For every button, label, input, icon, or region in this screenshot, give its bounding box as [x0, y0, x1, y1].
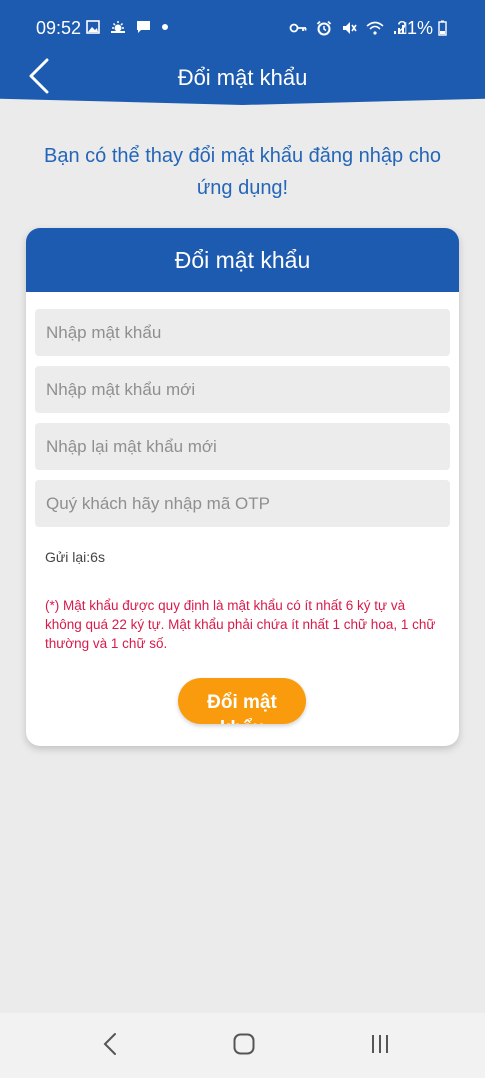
mute-icon: [341, 20, 357, 36]
intro-text: Bạn có thể thay đổi mật khẩu đăng nhập c…: [44, 145, 441, 199]
key-icon: [289, 22, 307, 34]
otp-field: [35, 480, 450, 527]
system-back-button[interactable]: [95, 1031, 125, 1061]
password-rules-note: (*) Mật khẩu được quy định là mật khẩu c…: [45, 598, 436, 651]
battery-icon: [438, 20, 447, 41]
weather-icon: [110, 20, 126, 34]
wifi-icon: [366, 21, 384, 35]
gallery-icon: [86, 20, 100, 34]
change-password-button[interactable]: Đổi mật khẩu: [178, 678, 306, 724]
alarm-icon: [316, 20, 332, 36]
home-icon: [232, 1032, 256, 1061]
message-icon: [136, 20, 151, 34]
status-time: 09:52: [36, 18, 82, 38]
otp-input[interactable]: [35, 480, 450, 527]
system-navigation-bar: [0, 1013, 485, 1078]
battery-text: 21%: [396, 18, 433, 38]
system-recents-button[interactable]: [365, 1031, 395, 1061]
system-home-button[interactable]: [229, 1031, 259, 1061]
status-left-icons: [86, 20, 169, 34]
back-icon: [102, 1032, 118, 1061]
status-bar: 09:52 21%: [0, 0, 485, 58]
new-password-field: [35, 366, 450, 413]
dot-icon: [161, 23, 169, 31]
status-right-icons: [289, 20, 407, 36]
page-title: Đổi mật khẩu: [177, 65, 308, 90]
card-title: Đổi mật khẩu: [26, 228, 459, 292]
recents-icon: [368, 1033, 392, 1060]
new-password-input[interactable]: [35, 366, 450, 413]
resend-countdown[interactable]: Gửi lại:6s: [45, 549, 105, 565]
current-password-input[interactable]: [35, 309, 450, 356]
confirm-password-input[interactable]: [35, 423, 450, 470]
current-password-field: [35, 309, 450, 356]
battery-percentage: 21%: [397, 18, 447, 41]
confirm-password-field: [35, 423, 450, 470]
change-password-card: Đổi mật khẩu Gửi lại:6s (*) Mật khẩu đượ…: [26, 228, 459, 746]
